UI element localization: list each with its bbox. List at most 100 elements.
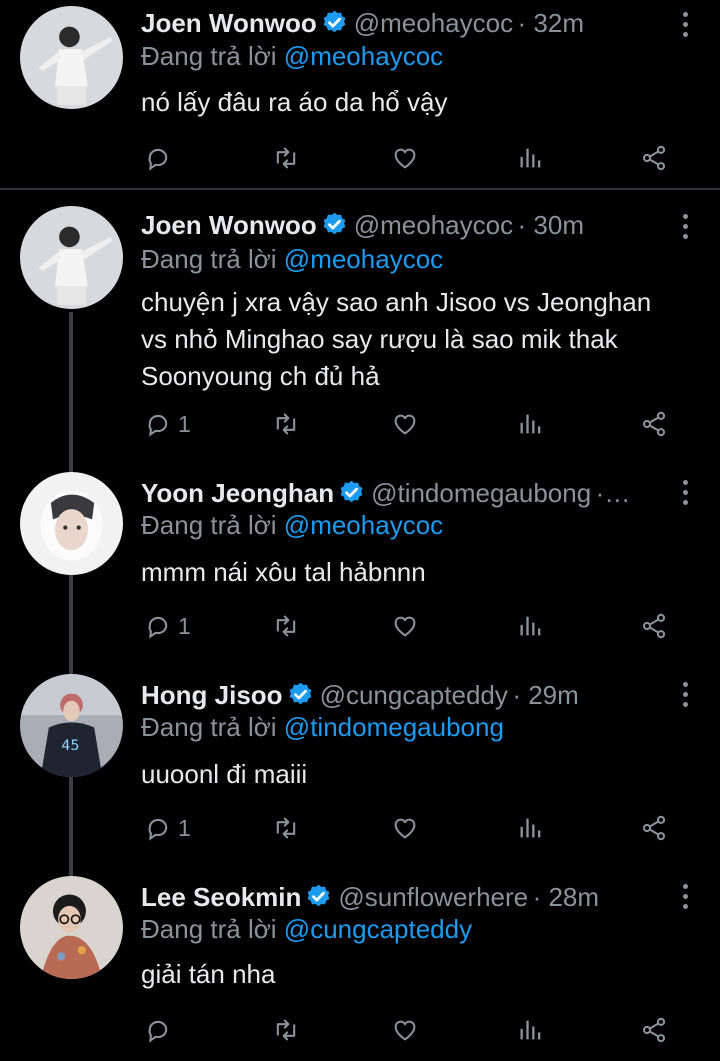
reply-icon xyxy=(148,818,168,841)
author-handle[interactable]: @sunflowerhere xyxy=(338,882,528,912)
more-icon[interactable] xyxy=(680,480,690,510)
reply-icon xyxy=(148,148,168,171)
tweet-text-line: nó lấy đâu ra áo da hổ vậy xyxy=(141,87,448,117)
more-icon[interactable] xyxy=(680,214,690,244)
avatar-lee-seokmin[interactable] xyxy=(20,876,123,979)
author-name[interactable]: Lee Seokmin xyxy=(141,882,301,912)
tweet-text-line: vs nhỏ Minghao say rượu là sao mik thak xyxy=(141,324,618,354)
avatar-image xyxy=(20,206,123,309)
share-button[interactable] xyxy=(640,1013,668,1047)
replying-label: Đang trả lời xyxy=(141,244,277,274)
retweet-button[interactable] xyxy=(272,407,300,441)
reply-button[interactable]: 1 xyxy=(144,407,191,441)
share-button[interactable] xyxy=(640,811,668,845)
analytics-button[interactable] xyxy=(517,407,545,441)
analytics-button[interactable] xyxy=(517,1013,545,1047)
mention-link[interactable]: @cungcapteddy xyxy=(284,914,472,944)
tweet-text: nó lấy đâu ra áo da hổ vậy xyxy=(141,84,701,121)
author-name[interactable]: Joen Wonwoo xyxy=(141,8,317,38)
analytics-button[interactable] xyxy=(517,811,545,845)
retweet-icon xyxy=(276,413,296,435)
tweet-text: chuyện j xra vậy sao anh Jisoo vs Jeongh… xyxy=(141,284,701,395)
reply-count: 1 xyxy=(178,410,191,437)
like-icon xyxy=(394,414,416,435)
analytics-icon xyxy=(520,148,541,168)
tweet-actions: 1 xyxy=(0,407,720,441)
reply-button[interactable] xyxy=(144,141,178,175)
tweet-header: Yoon Jeonghan @tindomegaubong ·… xyxy=(141,478,668,512)
more-icon[interactable] xyxy=(680,12,690,42)
like-icon xyxy=(394,616,416,637)
replying-label: Đang trả lời xyxy=(141,510,277,540)
tweet-text: uuoonl đi maiii xyxy=(141,756,701,793)
more-icon[interactable] xyxy=(680,682,690,712)
replying-to: Đang trả lời @meohaycoc xyxy=(141,244,443,275)
replying-label: Đang trả lời xyxy=(141,41,277,71)
like-button[interactable] xyxy=(391,609,419,643)
analytics-button[interactable] xyxy=(517,609,545,643)
like-button[interactable] xyxy=(391,407,419,441)
reply-button[interactable]: 1 xyxy=(144,811,191,845)
retweet-button[interactable] xyxy=(272,811,300,845)
share-button[interactable] xyxy=(640,141,668,175)
author-name[interactable]: Joen Wonwoo xyxy=(141,210,317,240)
tweet-actions: 1 xyxy=(0,811,720,845)
retweet-button[interactable] xyxy=(272,141,300,175)
tweet-header: Hong Jisoo @cungcapteddy · 29m xyxy=(141,680,660,714)
mention-link[interactable]: @meohaycoc xyxy=(284,510,443,540)
reply-icon xyxy=(148,616,168,639)
like-icon xyxy=(394,148,416,169)
reply-count: 1 xyxy=(178,814,191,841)
like-button[interactable] xyxy=(391,1013,419,1047)
tweet-time[interactable]: · 30m xyxy=(518,210,584,240)
reply-button[interactable]: 1 xyxy=(144,609,191,643)
verified-badge-icon xyxy=(323,10,346,33)
share-icon xyxy=(642,411,666,437)
retweet-button[interactable] xyxy=(272,1013,300,1047)
analytics-icon xyxy=(520,414,541,434)
like-button[interactable] xyxy=(391,811,419,845)
avatar-image xyxy=(20,6,123,109)
avatar-yoon-jeonghan[interactable] xyxy=(20,472,123,575)
share-button[interactable] xyxy=(640,609,668,643)
retweet-icon xyxy=(276,615,296,637)
avatar-joen-wonwoo[interactable] xyxy=(20,206,123,309)
retweet-icon xyxy=(276,1019,296,1041)
like-button[interactable] xyxy=(391,141,419,175)
share-icon xyxy=(642,1017,666,1043)
author-handle[interactable]: @tindomegaubong xyxy=(371,478,591,508)
analytics-button[interactable] xyxy=(517,141,545,175)
share-icon xyxy=(642,145,666,171)
author-name[interactable]: Yoon Jeonghan xyxy=(141,478,334,508)
author-handle[interactable]: @cungcapteddy xyxy=(320,680,508,710)
author-handle[interactable]: @meohaycoc xyxy=(354,8,513,38)
tweet-text: mmm nái xôu tal hảbnnn xyxy=(141,554,701,591)
more-icon[interactable] xyxy=(680,884,690,914)
tweet-time[interactable]: · 28m xyxy=(533,882,599,912)
mention-link[interactable]: @meohaycoc xyxy=(284,244,443,274)
thread-line xyxy=(69,312,73,878)
share-button[interactable] xyxy=(640,407,668,441)
verified-badge-icon xyxy=(289,682,311,705)
analytics-icon xyxy=(520,616,541,636)
tweet-text: giải tán nha xyxy=(141,956,701,993)
tweet-time[interactable]: ·… xyxy=(596,478,631,508)
mention-link[interactable]: @meohaycoc xyxy=(284,41,443,71)
replying-to: Đang trả lời @tindomegaubong xyxy=(141,712,504,743)
tweet-time[interactable]: · 29m xyxy=(512,680,578,710)
verified-badge-icon xyxy=(307,884,330,907)
avatar-image xyxy=(20,472,123,575)
author-name[interactable]: Hong Jisoo xyxy=(141,680,283,710)
avatar-hong-jisoo[interactable]: 45 xyxy=(20,674,123,777)
tweet-header: Lee Seokmin @sunflowerhere · 28m xyxy=(141,882,660,916)
tweet-actions xyxy=(0,1013,720,1047)
author-handle[interactable]: @meohaycoc xyxy=(354,210,513,240)
mention-link[interactable]: @tindomegaubong xyxy=(284,712,504,742)
replying-to: Đang trả lời @cungcapteddy xyxy=(141,914,472,945)
retweet-button[interactable] xyxy=(272,609,300,643)
verified-badge-icon xyxy=(323,212,346,235)
reply-button[interactable] xyxy=(144,1013,178,1047)
tweet-time[interactable]: · 32m xyxy=(518,8,584,38)
avatar-joen-wonwoo[interactable] xyxy=(20,6,123,109)
tweet-header: Joen Wonwoo @meohaycoc · 30m xyxy=(141,210,660,244)
